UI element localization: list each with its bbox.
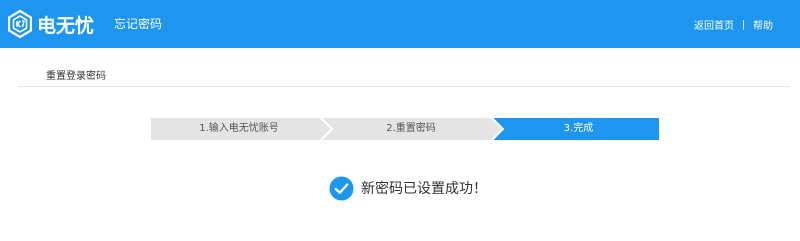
section-title: 重置登录密码 xyxy=(46,71,106,82)
step-2-label: 2.重置密码 xyxy=(386,123,436,134)
progress-steps: 1.输入电无忧账号 2.重置密码 3.完成 xyxy=(150,117,660,141)
home-link[interactable]: 返回首页 xyxy=(694,17,734,32)
step-1-label: 1.输入电无忧账号 xyxy=(199,123,279,134)
step-3-label: 3.完成 xyxy=(563,123,594,134)
top-header: 电无忧 忘记密码 返回首页 帮助 xyxy=(0,0,800,48)
page-title: 忘记密码 xyxy=(114,17,163,31)
check-circle-icon xyxy=(329,175,354,201)
section-bar: 重置登录密码 xyxy=(18,60,790,87)
logo[interactable]: 电无忧 xyxy=(8,8,94,40)
logo-text: 电无忧 xyxy=(37,14,95,37)
nav-divider xyxy=(743,19,744,30)
header-nav: 返回首页 帮助 xyxy=(694,17,773,32)
help-link[interactable]: 帮助 xyxy=(753,17,773,32)
logo-hexagon-icon xyxy=(8,10,32,38)
success-text: 新密码已设置成功！ xyxy=(361,181,487,197)
success-message: 新密码已设置成功！ xyxy=(329,175,487,201)
